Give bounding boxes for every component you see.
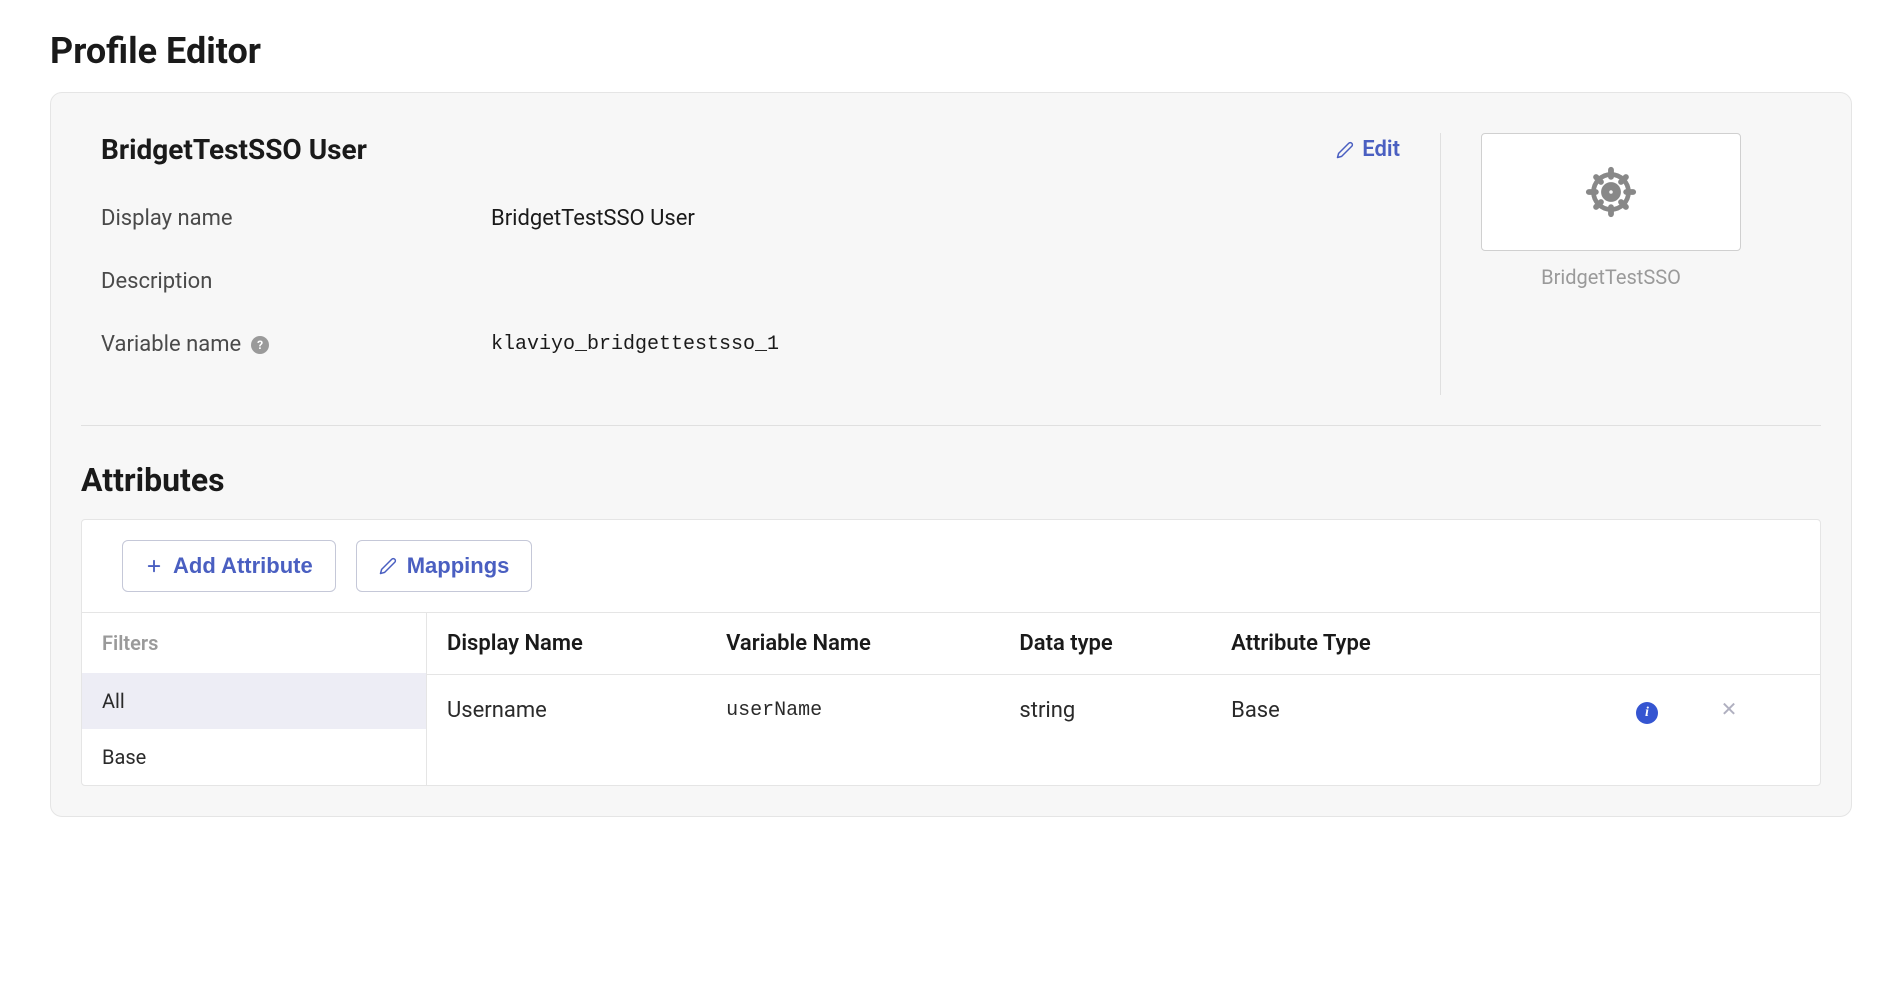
attributes-body: Filters AllBase Display NameVariable Nam… (82, 612, 1820, 785)
profile-details: BridgetTestSSO User Edit Display name Br… (101, 133, 1441, 395)
attributes-table: Display NameVariable NameData typeAttrib… (427, 612, 1820, 785)
gear-icon (1583, 164, 1639, 220)
table-row[interactable]: UsernameuserNamestringBasei✕ (427, 675, 1820, 747)
field-variable-name: Variable name ? klaviyo_bridgettestsso_1 (101, 332, 1400, 357)
close-icon[interactable]: ✕ (1718, 698, 1740, 720)
pencil-icon (1336, 141, 1354, 159)
mappings-label: Mappings (407, 553, 510, 579)
attributes-toolbar: Add Attribute Mappings (82, 520, 1820, 612)
app-logo-section: BridgetTestSSO (1441, 133, 1801, 395)
column-header: Display Name (427, 613, 706, 675)
field-label: Display name (101, 206, 491, 231)
attributes-title: Attributes (51, 426, 1851, 519)
field-value: klaviyo_bridgettestsso_1 (491, 333, 779, 356)
field-display-name: Display name BridgetTestSSO User (101, 206, 1400, 231)
profile-name-heading: BridgetTestSSO User (101, 133, 367, 166)
column-header: Attribute Type (1211, 613, 1496, 675)
app-logo-caption: BridgetTestSSO (1481, 265, 1741, 289)
column-header: Data type (999, 613, 1211, 675)
attributes-panel: Add Attribute Mappings Filters AllBase D… (81, 519, 1821, 786)
page-title: Profile Editor (0, 0, 1902, 92)
info-icon[interactable]: i (1636, 702, 1658, 724)
filter-item[interactable]: Base (82, 729, 426, 785)
filters-header: Filters (82, 613, 426, 673)
filters-sidebar: Filters AllBase (82, 612, 427, 785)
cell-variable-name: userName (706, 675, 999, 747)
field-label: Variable name ? (101, 332, 491, 357)
add-attribute-button[interactable]: Add Attribute (122, 540, 336, 592)
edit-button-label: Edit (1362, 137, 1400, 162)
mappings-button[interactable]: Mappings (356, 540, 533, 592)
cell-data-type: string (999, 675, 1211, 747)
field-value: BridgetTestSSO User (491, 206, 695, 231)
field-label-text: Variable name (101, 332, 241, 357)
field-label: Description (101, 269, 491, 294)
app-logo-box (1481, 133, 1741, 251)
field-description: Description (101, 269, 1400, 294)
cell-display-name: Username (427, 675, 706, 747)
pencil-icon (379, 557, 397, 575)
profile-section: BridgetTestSSO User Edit Display name Br… (51, 93, 1851, 425)
add-attribute-label: Add Attribute (173, 553, 313, 579)
cell-actions: i✕ (1496, 675, 1820, 747)
cell-attribute-type: Base (1211, 675, 1496, 747)
filter-item[interactable]: All (82, 673, 426, 729)
profile-panel: BridgetTestSSO User Edit Display name Br… (50, 92, 1852, 817)
plus-icon (145, 557, 163, 575)
help-icon[interactable]: ? (251, 336, 269, 354)
column-header-actions (1496, 613, 1820, 675)
edit-button[interactable]: Edit (1336, 137, 1400, 162)
column-header: Variable Name (706, 613, 999, 675)
